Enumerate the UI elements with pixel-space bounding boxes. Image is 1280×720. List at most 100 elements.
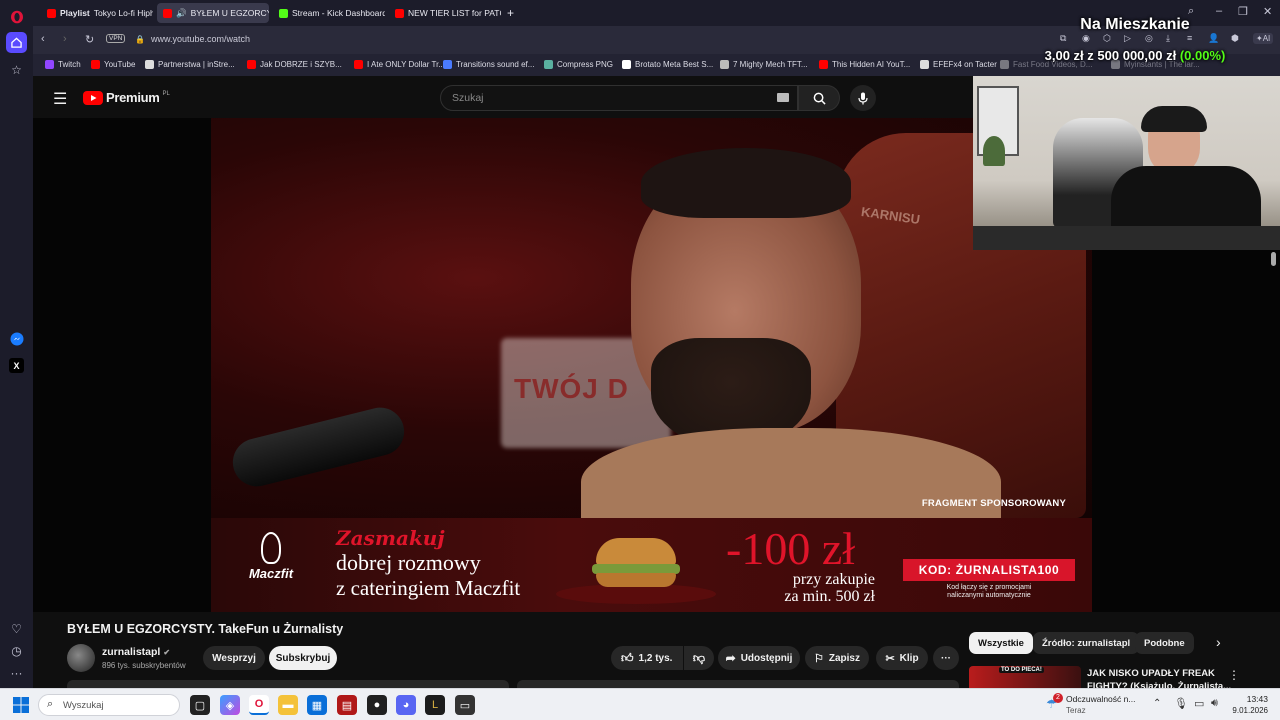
sponsor-ad-banner[interactable]: Maczfit Zasmakuj dobrej rozmowy z cateri… [211,518,1092,612]
more-dots-icon[interactable]: ··· [6,662,27,683]
search-input[interactable]: Szukaj [440,85,798,111]
clock-time[interactable]: 13:43 [1238,694,1268,704]
store-icon[interactable]: ▦ [307,695,327,715]
chip-source[interactable]: Źródło: zurnalistapl [1033,632,1140,654]
mic-tray-icon[interactable]: 🎙︎ [1174,697,1188,710]
bookmark-label: Jak DOBRZE i SZYB... [260,60,342,69]
home-icon[interactable] [6,32,27,53]
tray-chevron-icon[interactable]: ⌃ [1153,698,1161,709]
tab-tier-list[interactable]: NEW TIER LIST for PATCH [389,3,501,23]
channel-name-row[interactable]: zurnalistapl ✔ [102,646,170,658]
suggested-more-icon[interactable]: ⋮ [1228,668,1240,682]
channel-avatar[interactable] [67,644,95,672]
chevron-right-icon[interactable]: › [1216,634,1221,650]
chip-related[interactable]: Podobne [1135,632,1194,654]
feed-icon[interactable]: ◎ [1145,33,1153,44]
recording-app-icon[interactable]: ▤ [337,695,357,715]
channel-name[interactable]: zurnalistapl [102,646,160,658]
bookmark-item[interactable]: YouTube [91,60,135,69]
video-frame[interactable]: TWÓJ D KARNISU FRAGMENT SPONSOROWANY [211,118,1092,518]
share-button[interactable]: ➦ Udostępnij [718,646,800,670]
x-twitter-icon[interactable]: X [6,355,27,376]
comments-box[interactable] [517,680,959,688]
clip-button[interactable]: ✂ Klip [876,646,928,670]
copilot-icon[interactable]: ◈ [220,695,240,715]
background-sign-text: TWÓJ D [514,373,629,404]
save-button[interactable]: ⚐ Zapisz [805,646,869,670]
studio-microphone [227,402,410,492]
subscribe-button[interactable]: Subskrybuj [269,646,337,670]
history-clock-icon[interactable]: ◷ [6,640,27,661]
video-info-area: BYŁEM U EGZORCYSTY. TakeFun u Żurnalisty… [33,612,1280,688]
weather-title[interactable]: Odczuwalność n... [1066,694,1135,704]
suggested-title-line-1[interactable]: JAK NISKO UPADŁY FREAK [1087,668,1215,679]
description-box[interactable] [67,680,509,688]
download-icon[interactable]: ⤓ [1166,33,1170,44]
bookmark-item[interactable]: Brotato Meta Best S... [622,60,713,69]
dislike-button[interactable]: 👎︎ [684,646,714,670]
tab-playlist[interactable]: Playlist Tokyo Lo-fi Hiphop [41,3,153,23]
volume-icon[interactable]: 🔊︎ [1211,697,1218,710]
heart-icon[interactable]: ♡ [6,618,27,639]
opera-taskbar-icon[interactable]: O [249,695,269,715]
extension-icon[interactable]: ⬡ [1103,33,1111,44]
bookmark-label: Compress PNG [557,60,614,69]
tab-active-video[interactable]: 🔊 BYŁEM U EGZORCYSTY [157,3,269,23]
forward-icon[interactable]: › [63,33,67,45]
task-view-icon[interactable]: ▢ [190,695,210,715]
chip-all[interactable]: Wszystkie [969,632,1033,654]
file-explorer-icon[interactable]: ▬ [278,695,298,715]
messenger-icon[interactable] [6,328,27,349]
terminal-icon[interactable]: ▭ [455,695,475,715]
more-actions-button[interactable]: ··· [933,646,959,670]
bookmark-item[interactable]: Compress PNG [544,60,613,69]
logo-region: PL [162,90,170,97]
new-tab-button[interactable]: + [501,3,521,23]
bookmark-item[interactable]: Partnerstwa | inStre... [145,60,235,69]
menu-icon[interactable]: ≡ [1187,33,1192,43]
hamburger-menu-icon[interactable]: ☰ [53,89,67,109]
bookmark-item[interactable]: 7 Mighty Mech TFT... [720,60,808,69]
bookmark-item[interactable]: I Ate ONLY Dollar Tr... [354,60,445,69]
bookmark-item[interactable]: This Hidden AI YouT... [819,60,910,69]
ai-label: AI [1262,34,1271,43]
back-icon[interactable]: ‹ [41,33,45,45]
ai-button[interactable]: ✦AI [1253,33,1274,44]
tab-label-prefix: Playlist [60,8,90,18]
bookmarks-star-icon[interactable]: ☆ [6,59,27,80]
tab-kick-dashboard[interactable]: Stream - Kick Dashboard [273,3,385,23]
bookmark-item[interactable]: Jak DOBRZE i SZYB... [247,60,342,69]
opera-logo-icon[interactable] [6,6,27,27]
play-icon[interactable]: ▷ [1124,33,1131,44]
windows-start-icon[interactable] [13,697,29,718]
voice-search-button[interactable] [850,85,876,111]
clock-date[interactable]: 9.01.2026 [1228,706,1268,715]
keyboard-icon[interactable] [777,93,789,102]
lock-icon[interactable]: 🔒 [135,35,145,44]
url-field[interactable]: www.youtube.com/watch [151,34,250,44]
bookmark-item[interactable]: Transitions sound ef... [443,60,534,69]
network-icon[interactable]: ▭ [1194,697,1204,710]
obs-icon[interactable]: ● [367,695,387,715]
youtube-premium-logo[interactable]: Premium PL [83,90,170,105]
taskbar-search[interactable]: ⌕ Wyszukaj [38,694,180,716]
discord-icon[interactable]: ◕ [396,695,416,715]
bookmark-item[interactable]: EFEFx4 on Tacter [920,60,997,69]
ad-discount: -100 zł [726,523,856,574]
profile-icon[interactable]: 👤 [1208,33,1219,44]
scrollbar-thumb[interactable] [1271,252,1276,266]
bookmark-item[interactable]: Twitch [45,60,81,69]
suggested-thumbnail[interactable]: TO DO PIECA! [969,666,1081,688]
cube-icon[interactable]: ⬢ [1231,33,1239,44]
join-button[interactable]: Wesprzyj [203,646,265,670]
vpn-badge[interactable]: VPN [106,34,126,43]
reload-icon[interactable]: ↻ [85,33,94,46]
search-button[interactable] [798,85,840,111]
suggested-title-line-2[interactable]: FIGHTY? (Książulo, Żurnalista... [1087,681,1231,688]
like-button[interactable]: 👍︎ 1,2 tys. [611,646,683,670]
camera-icon[interactable]: ◉ [1082,33,1090,44]
chip-label: Wszystkie [978,637,1024,649]
screenshot-icon[interactable]: ⧉ [1060,33,1066,44]
league-client-icon[interactable]: L [425,695,445,715]
bookmark-label: Transitions sound ef... [456,60,535,69]
